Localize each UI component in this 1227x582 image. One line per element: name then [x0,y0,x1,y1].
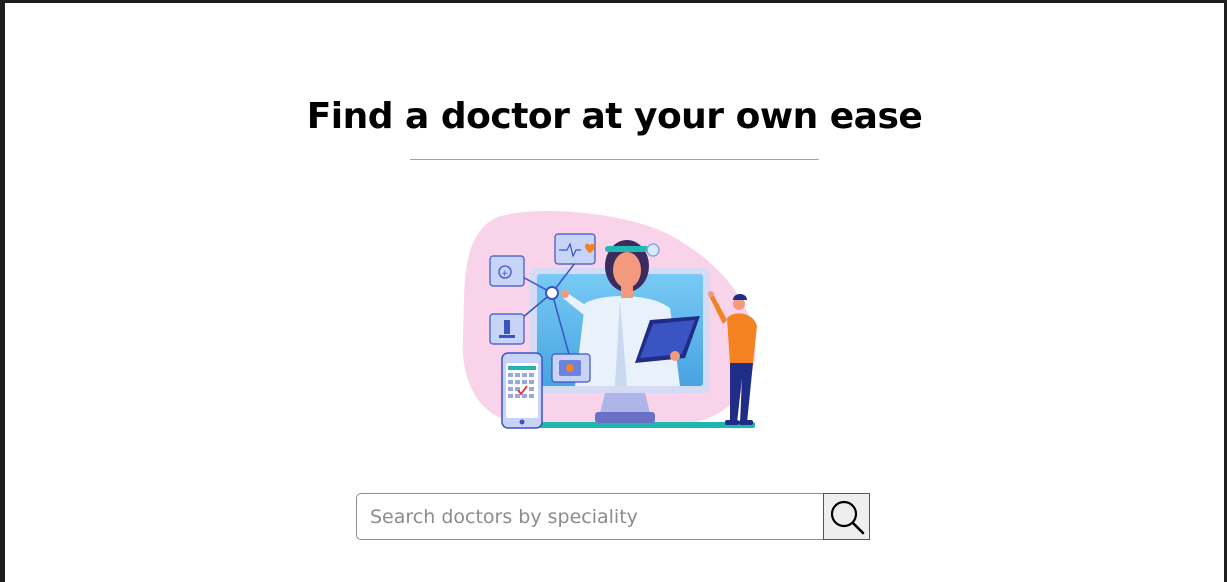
page-title: Find a doctor at your own ease [306,96,923,137]
search-icon [830,500,864,534]
page-frame: Find a doctor at your own ease + Search … [0,0,1227,582]
telemedicine-doctor-icon: + [462,210,757,429]
svg-text:+: + [501,269,509,279]
telemedicine-illustration: + [455,208,775,438]
search-bar [356,493,870,540]
search-input[interactable] [356,493,823,540]
search-button[interactable] [823,493,870,540]
title-divider [410,159,819,160]
